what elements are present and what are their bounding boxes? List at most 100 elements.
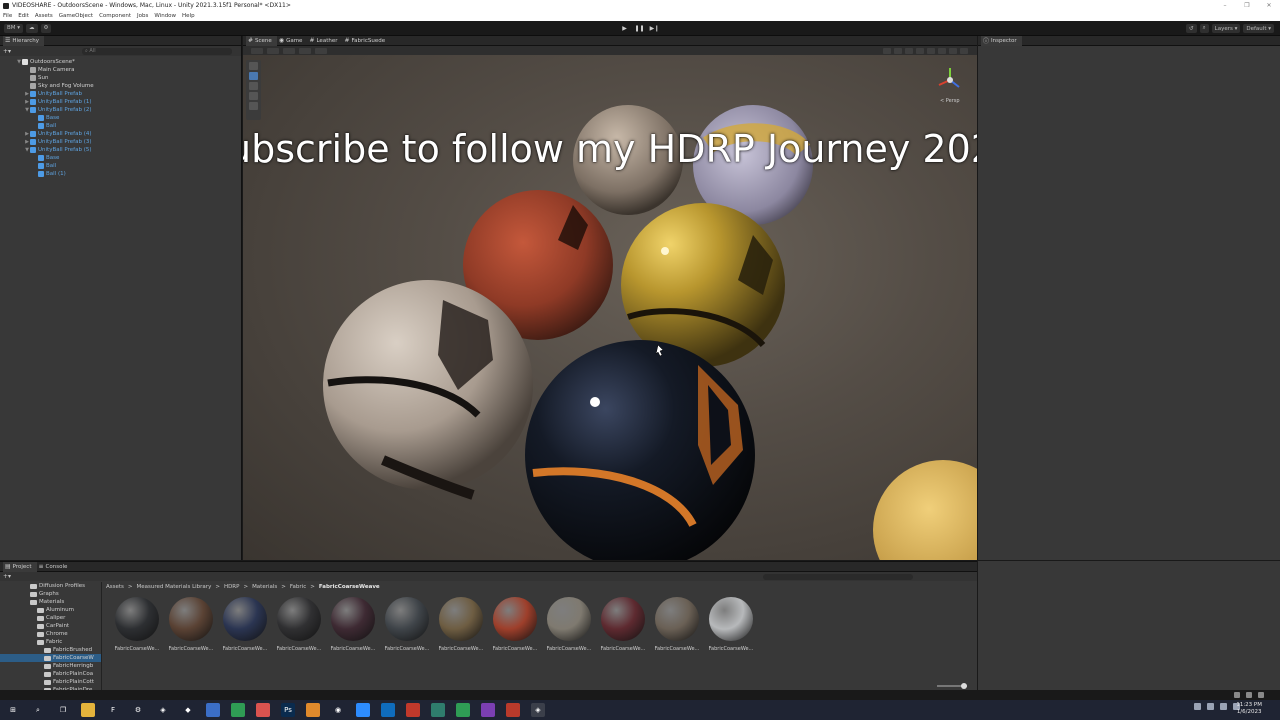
material-asset[interactable]: FabricCoarseWe... xyxy=(650,597,704,652)
scene-viewport[interactable]: < Persp Subscribe to follow my HDRP Jour… xyxy=(243,55,977,560)
tab-leather[interactable]: # Leather xyxy=(307,36,342,46)
snap-toggle[interactable] xyxy=(299,47,311,54)
tab-project[interactable]: ▤ Project xyxy=(3,561,37,572)
hierarchy-item[interactable]: ▶ UnityBall Prefab xyxy=(0,90,241,98)
paint-icon[interactable] xyxy=(206,703,220,717)
search-icon[interactable]: ⌕ xyxy=(31,703,45,717)
folder-item[interactable]: FabricCoarseW xyxy=(0,654,101,662)
hierarchy-item[interactable]: ▶ UnityBall Prefab (1) xyxy=(0,98,241,106)
hierarchy-item[interactable]: ▼ OutdoorsScene* xyxy=(0,58,241,66)
hierarchy-item[interactable]: ▶ UnityBall Prefab (4) xyxy=(0,130,241,138)
hierarchy-item[interactable]: ▼ UnityBall Prefab (2) xyxy=(0,106,241,114)
scale-tool-icon[interactable] xyxy=(249,92,258,100)
hierarchy-item[interactable]: Ball xyxy=(0,122,241,130)
tray-icon[interactable] xyxy=(1194,703,1201,710)
menu-item-jobs[interactable]: Jobs xyxy=(137,13,148,19)
tab-scene[interactable]: # Scene xyxy=(246,35,277,46)
zoom-icon[interactable] xyxy=(356,703,370,717)
hierarchy-item[interactable]: Ball (1) xyxy=(0,170,241,178)
photoshop-icon[interactable]: Ps xyxy=(281,703,295,717)
chrome-icon[interactable] xyxy=(231,703,245,717)
cloud-icon[interactable]: ☁ xyxy=(26,23,38,33)
outlook-icon[interactable] xyxy=(381,703,395,717)
audio-icon[interactable] xyxy=(916,47,924,54)
material-asset[interactable]: FabricCoarseWe... xyxy=(704,597,758,652)
chrome-alt-icon[interactable] xyxy=(456,703,470,717)
app-green-icon[interactable] xyxy=(431,703,445,717)
tab-game[interactable]: ◉ Game xyxy=(277,36,308,46)
search-toolbar-icon[interactable]: ⌕ xyxy=(1199,24,1209,33)
task-view-icon[interactable]: ❐ xyxy=(56,703,70,717)
wifi-icon[interactable] xyxy=(1220,703,1227,710)
unity-icon[interactable]: ◈ xyxy=(531,703,545,717)
folder-item[interactable]: Chrome xyxy=(0,630,101,638)
minimize-icon[interactable]: – xyxy=(1214,2,1236,9)
visual-studio-icon[interactable] xyxy=(481,703,495,717)
breadcrumb-item[interactable]: HDRP xyxy=(224,584,240,590)
tab-inspector[interactable]: ⓘ Inspector xyxy=(981,35,1022,46)
render-mode-icon[interactable] xyxy=(883,47,891,54)
material-asset[interactable]: FabricCoarseWe... xyxy=(326,597,380,652)
menu-item-window[interactable]: Window xyxy=(154,13,176,19)
project-search-input[interactable] xyxy=(763,574,913,580)
folder-item[interactable]: Caliper xyxy=(0,614,101,622)
lighting-icon[interactable] xyxy=(905,47,913,54)
folder-item[interactable]: Graphs xyxy=(0,590,101,598)
menu-item-assets[interactable]: Assets xyxy=(35,13,53,19)
breadcrumb-item[interactable]: Materials xyxy=(252,584,277,590)
app-icon[interactable]: ◆ xyxy=(181,703,195,717)
play-icon[interactable]: ▶ xyxy=(617,24,632,33)
material-asset[interactable]: FabricCoarseWe... xyxy=(110,597,164,652)
increment-dropdown[interactable] xyxy=(315,47,327,54)
media-icon[interactable]: ◉ xyxy=(331,703,345,717)
app-orange-icon[interactable] xyxy=(306,703,320,717)
folder-item[interactable]: Fabric xyxy=(0,638,101,646)
folder-item[interactable]: Aluminum xyxy=(0,606,101,614)
clock[interactable]: 11:23 PM 1/6/2023 xyxy=(1236,702,1262,716)
draw-mode-dropdown[interactable] xyxy=(251,47,263,54)
history-icon[interactable]: ↺ xyxy=(1185,24,1197,33)
status-icon[interactable] xyxy=(1234,692,1240,698)
folder-item[interactable]: CarPaint xyxy=(0,622,101,630)
hierarchy-item[interactable]: Base xyxy=(0,114,241,122)
hand-tool-icon[interactable] xyxy=(249,62,258,70)
material-asset[interactable]: FabricCoarseWe... xyxy=(596,597,650,652)
image-app-icon[interactable] xyxy=(256,703,270,717)
grid-toggle[interactable] xyxy=(283,47,295,54)
tray-icon[interactable] xyxy=(1207,703,1214,710)
hierarchy-item[interactable]: Base xyxy=(0,154,241,162)
breadcrumb-item[interactable]: Assets xyxy=(106,584,124,590)
project-add-icon[interactable]: +▾ xyxy=(3,573,11,580)
material-asset[interactable]: FabricCoarseWe... xyxy=(272,597,326,652)
menu-item-component[interactable]: Component xyxy=(99,13,131,19)
rotate-tool-icon[interactable] xyxy=(249,82,258,90)
hierarchy-item[interactable]: Main Camera xyxy=(0,66,241,74)
effects-icon[interactable] xyxy=(927,47,935,54)
material-asset[interactable]: FabricCoarseWe... xyxy=(164,597,218,652)
collab-icon[interactable]: ⚙ xyxy=(40,23,52,33)
unity-hub-icon[interactable]: ◈ xyxy=(156,703,170,717)
breadcrumb-item[interactable]: FabricCoarseWeave xyxy=(319,584,380,590)
breadcrumb-item[interactable]: Measured Materials Library xyxy=(137,584,212,590)
rect-tool-icon[interactable] xyxy=(249,102,258,110)
flow-icon[interactable]: F xyxy=(106,703,120,717)
material-asset[interactable]: FabricCoarseWe... xyxy=(218,597,272,652)
gizmos-icon[interactable] xyxy=(960,47,968,54)
network-icon[interactable]: ⚙ xyxy=(131,703,145,717)
pause-icon[interactable]: ❚❚ xyxy=(632,24,647,33)
breadcrumb-item[interactable]: Fabric xyxy=(290,584,306,590)
close-icon[interactable]: ✕ xyxy=(1258,2,1280,9)
add-icon[interactable]: +▾ xyxy=(3,48,11,55)
folder-item[interactable]: FabricPlainCoa xyxy=(0,670,101,678)
hidden-objects-icon[interactable] xyxy=(938,47,946,54)
menu-item-help[interactable]: Help xyxy=(182,13,195,19)
folder-item[interactable]: FabricPlainCott xyxy=(0,678,101,686)
hierarchy-item[interactable]: Sun xyxy=(0,74,241,82)
material-asset[interactable]: FabricCoarseWe... xyxy=(542,597,596,652)
hierarchy-item[interactable]: Ball xyxy=(0,162,241,170)
material-asset[interactable]: FabricCoarseWe... xyxy=(488,597,542,652)
status-icon[interactable] xyxy=(1258,692,1264,698)
windows-start-icon[interactable]: ⊞ xyxy=(6,703,20,717)
thumbnail-size-slider[interactable] xyxy=(937,683,967,689)
material-asset[interactable]: FabricCoarseWe... xyxy=(434,597,488,652)
